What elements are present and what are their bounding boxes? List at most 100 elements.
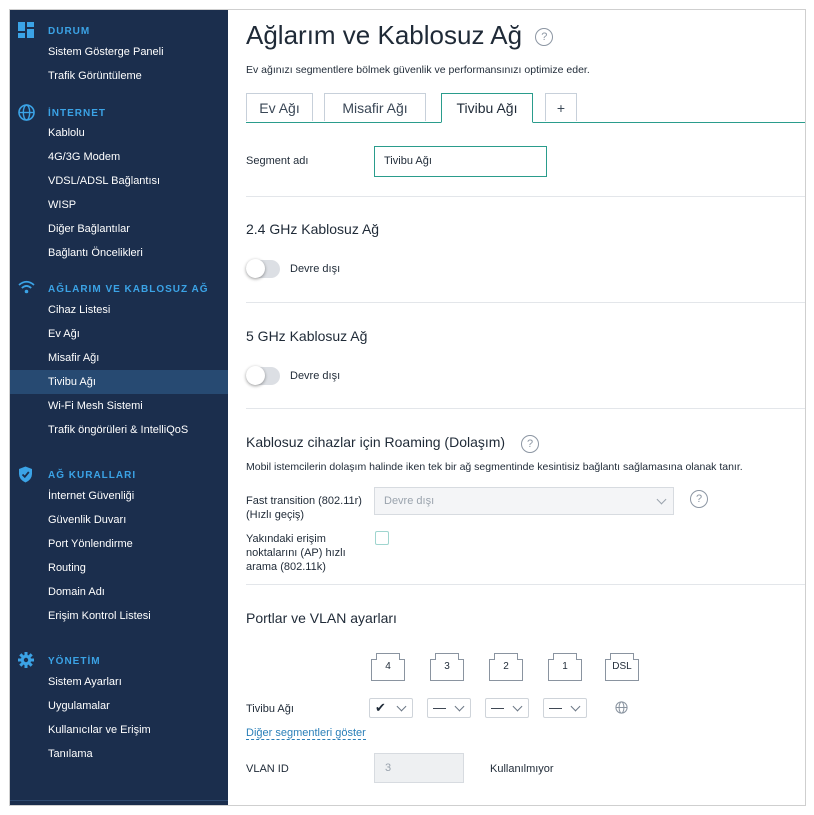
divider <box>246 196 805 197</box>
sidebar-item-home[interactable]: Ev Ağı <box>10 322 228 346</box>
wifi5-title: 5 GHz Kablosuz Ağ <box>246 328 368 344</box>
sidebar-item-tivibu[interactable]: Tivibu Ağı <box>10 370 228 394</box>
toggle-knob <box>246 259 265 278</box>
sidebar-item-devices[interactable]: Cihaz Listesi <box>10 298 228 322</box>
sidebar-item-dashboard[interactable]: Sistem Gösterge Paneli <box>10 40 228 64</box>
port-1-select[interactable]: — <box>543 698 587 718</box>
tab-guest-network[interactable]: Misafir Ağı <box>324 93 426 121</box>
sidebar-item-kablolu[interactable]: Kablolu <box>10 121 228 145</box>
app-window: DURUM Sistem Gösterge Paneli Trafik Görü… <box>9 9 806 806</box>
port-label: 4 <box>385 661 391 672</box>
sidebar-item-firewall[interactable]: Güvenlik Duvarı <box>10 508 228 532</box>
section-networks: AĞLARIM VE KABLOSUZ AĞ <box>10 280 228 300</box>
wifi-icon <box>18 280 36 298</box>
sidebar-item-priorities[interactable]: Bağlantı Öncelikleri <box>10 241 228 265</box>
port-label: 2 <box>503 661 509 672</box>
sidebar-item-other-connections[interactable]: Diğer Bağlantılar <box>10 217 228 241</box>
ap-scan-label: Yakındaki erişim noktalarını (AP) hızlı … <box>246 532 346 574</box>
sidebar-item-system-settings[interactable]: Sistem Ayarları <box>10 670 228 694</box>
fast-transition-label-line1: Fast transition (802.11r) <box>246 495 362 507</box>
ap-scan-label-line2: noktalarını (AP) hızlı <box>246 547 346 559</box>
fast-transition-value: Devre dışı <box>384 495 435 507</box>
roaming-help-icon[interactable]: ? <box>521 435 539 453</box>
divider <box>246 302 805 303</box>
vlan-status: Kullanılmıyor <box>490 763 554 775</box>
port-4-value: ✔ <box>375 700 386 715</box>
port-row-label: Tivibu Ağı <box>246 703 294 715</box>
add-tab-button[interactable]: + <box>545 93 577 121</box>
sidebar-footer-divider <box>10 800 228 805</box>
page-title: Ağlarım ve Kablosuz Ağ ? <box>246 20 554 51</box>
port-2-select[interactable]: — <box>485 698 529 718</box>
sidebar-item-traffic[interactable]: Trafik Görüntüleme <box>10 64 228 88</box>
port-2-value: — <box>491 700 504 715</box>
sidebar-item-domain[interactable]: Domain Adı <box>10 580 228 604</box>
sidebar-item-diagnostics[interactable]: Tanılama <box>10 742 228 766</box>
chevron-down-icon <box>396 701 407 712</box>
sidebar-item-internet-security[interactable]: İnternet Güvenliği <box>10 484 228 508</box>
sidebar-item-apps[interactable]: Uygulamalar <box>10 694 228 718</box>
divider <box>246 408 805 409</box>
vlan-id-input[interactable]: 3 <box>374 753 464 783</box>
fast-transition-label-line2: (Hızlı geçiş) <box>246 509 305 521</box>
main-content: Ağlarım ve Kablosuz Ağ ? Ev ağınızı segm… <box>228 10 805 805</box>
vlan-id-label: VLAN ID <box>246 763 289 775</box>
chevron-down-icon <box>656 494 667 505</box>
section-title: YÖNETİM <box>48 656 101 667</box>
sidebar-item-guest[interactable]: Misafir Ağı <box>10 346 228 370</box>
sidebar-item-acl[interactable]: Erişim Kontrol Listesi <box>10 604 228 628</box>
section-title: AĞ KURALLARI <box>48 470 137 481</box>
chevron-down-icon <box>512 701 523 712</box>
port-3-value: — <box>433 700 446 715</box>
sidebar-item-modem[interactable]: 4G/3G Modem <box>10 145 228 169</box>
shield-icon <box>18 466 36 484</box>
port-3: 3 <box>430 653 464 681</box>
port-4-select[interactable]: ✔ <box>369 698 413 718</box>
tab-home-network[interactable]: Ev Ağı <box>246 93 313 121</box>
fast-transition-label: Fast transition (802.11r) (Hızlı geçiş) <box>246 494 362 522</box>
globe-icon <box>18 104 36 122</box>
port-label: 3 <box>444 661 450 672</box>
section-admin: YÖNETİM <box>10 652 228 672</box>
port-dsl: DSL <box>605 653 639 681</box>
port-1-value: — <box>549 700 562 715</box>
globe-icon <box>615 701 628 719</box>
show-other-segments-link[interactable]: Diğer segmentleri göster <box>246 727 366 740</box>
sidebar: DURUM Sistem Gösterge Paneli Trafik Görü… <box>10 10 228 805</box>
sidebar-item-users[interactable]: Kullanıcılar ve Erişim <box>10 718 228 742</box>
port-3-select[interactable]: — <box>427 698 471 718</box>
wifi5-state: Devre dışı <box>290 370 341 382</box>
ports-title: Portlar ve VLAN ayarları <box>246 610 397 626</box>
section-title: DURUM <box>48 26 91 37</box>
section-rules: AĞ KURALLARI <box>10 466 228 486</box>
fast-transition-select[interactable]: Devre dışı <box>374 487 674 515</box>
port-label: DSL <box>612 661 632 672</box>
roaming-title: Kablosuz cihazlar için Roaming (Dolaşım)… <box>246 434 539 453</box>
segment-name-label: Segment adı <box>246 155 309 167</box>
wifi5-toggle[interactable] <box>246 366 280 385</box>
fast-transition-help-icon[interactable]: ? <box>690 490 708 508</box>
sidebar-item-wisp[interactable]: WISP <box>10 193 228 217</box>
tab-bar: Ev Ağı Misafir Ağı Tivibu Ağı + <box>246 93 805 123</box>
port-2: 2 <box>489 653 523 681</box>
sidebar-item-routing[interactable]: Routing <box>10 556 228 580</box>
sidebar-item-vdsl[interactable]: VDSL/ADSL Bağlantısı <box>10 169 228 193</box>
roaming-title-text: Kablosuz cihazlar için Roaming (Dolaşım) <box>246 434 506 450</box>
toggle-knob <box>246 366 265 385</box>
port-label: 1 <box>562 661 568 672</box>
roaming-description: Mobil istemcilerin dolaşım halinde iken … <box>246 461 743 473</box>
sidebar-item-port-forwarding[interactable]: Port Yönlendirme <box>10 532 228 556</box>
page-title-text: Ağlarım ve Kablosuz Ağ <box>246 20 523 50</box>
gear-icon <box>18 652 36 670</box>
section-title: İNTERNET <box>48 108 106 119</box>
page-subtitle: Ev ağınızı segmentlere bölmek güvenlik v… <box>246 64 590 76</box>
section-title: AĞLARIM VE KABLOSUZ AĞ <box>48 284 209 295</box>
wifi24-toggle[interactable] <box>246 259 280 278</box>
sidebar-item-qos[interactable]: Trafik öngörüleri & IntelliQoS <box>10 418 228 442</box>
help-icon[interactable]: ? <box>535 28 554 46</box>
divider <box>246 584 805 585</box>
segment-name-input[interactable]: Tivibu Ağı <box>374 146 547 177</box>
sidebar-item-mesh[interactable]: Wi-Fi Mesh Sistemi <box>10 394 228 418</box>
ap-scan-checkbox[interactable] <box>375 531 389 545</box>
tab-tivibu-network[interactable]: Tivibu Ağı <box>441 93 533 123</box>
